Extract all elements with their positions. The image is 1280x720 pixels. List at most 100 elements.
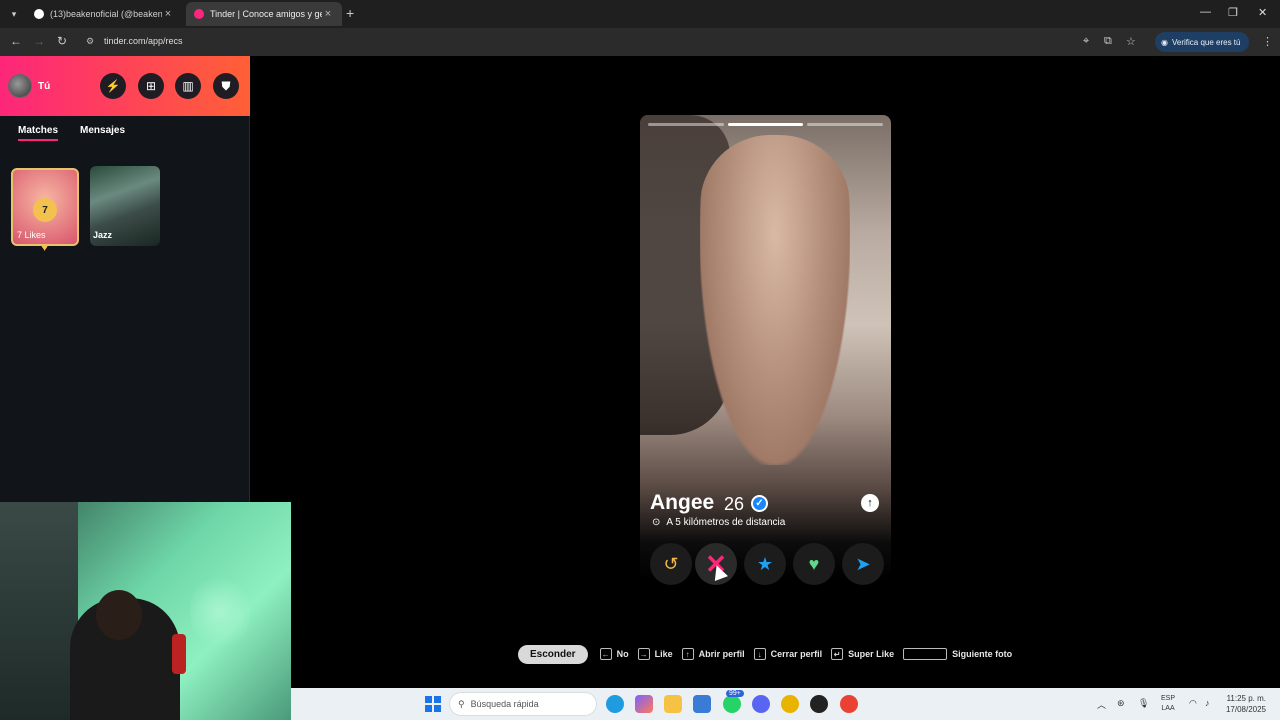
match-card[interactable]: Jazz <box>90 166 160 246</box>
boost-icon[interactable]: ⚡ <box>100 73 126 99</box>
likes-label: 7 Likes <box>17 230 46 240</box>
tray-network-app-icon[interactable]: ⊛ <box>1117 698 1125 709</box>
whatsapp-icon[interactable] <box>723 695 741 713</box>
left-arrow-key-icon: ← <box>599 648 612 660</box>
copilot-icon[interactable] <box>635 695 653 713</box>
hint-no: ← No <box>599 648 629 660</box>
rewind-button[interactable]: ↺ <box>650 543 692 585</box>
photo-indicator[interactable] <box>648 123 724 126</box>
file-explorer-icon[interactable] <box>664 695 682 713</box>
tab-close-icon[interactable]: × <box>322 8 334 20</box>
gold-heart-icon: ♥ <box>41 240 49 254</box>
language-indicator[interactable]: ESP LAA <box>1161 694 1175 714</box>
chrome-active-icon[interactable] <box>840 695 858 713</box>
shield-icon[interactable]: ⛊ <box>213 73 239 99</box>
super-like-button[interactable]: ★ <box>744 543 786 585</box>
hint-next-photo: Siguiente foto <box>903 648 1012 660</box>
bookmark-star-icon[interactable]: ☆ <box>1126 35 1136 48</box>
down-arrow-key-icon: ↓ <box>753 648 766 660</box>
volume-icon[interactable]: ♪ <box>1205 698 1210 708</box>
tiktok-favicon-icon <box>34 9 44 19</box>
verify-label: Verifica que eres tú <box>1171 37 1241 47</box>
tab-close-icon[interactable]: × <box>162 8 174 20</box>
taskbar-clock[interactable]: 11:25 p. m. 17/08/2025 <box>1224 693 1266 715</box>
close-window-button[interactable]: ✕ <box>1258 6 1267 19</box>
hint-label: Like <box>654 649 673 659</box>
profile-card[interactable]: Angee 26 ✓ ↑ ⊙ A 5 kilómetros de distanc… <box>640 115 891 580</box>
profile-label[interactable]: Tú <box>38 81 50 92</box>
tab-search-dropdown-icon[interactable]: ▾ <box>6 6 22 22</box>
taskbar-search-input[interactable]: ⚲ Búsqueda rápida <box>449 692 597 716</box>
profile-distance: ⊙ A 5 kilómetros de distancia <box>652 517 785 528</box>
hint-open-profile: ↑ Abrir perfil <box>681 648 745 660</box>
search-icon: ⚲ <box>458 698 465 709</box>
forward-icon[interactable]: → <box>33 34 45 48</box>
location-pin-icon: ⊙ <box>652 517 661 528</box>
hint-label: Super Like <box>848 649 895 659</box>
sidebar-tabs: Matches Mensajes <box>18 125 125 141</box>
tab-title: (13)beakenoficial (@beakenofic <box>50 9 162 19</box>
open-profile-icon[interactable]: ↑ <box>861 494 879 512</box>
install-app-icon[interactable]: ⧉ <box>1104 35 1112 48</box>
obs-icon[interactable] <box>810 695 828 713</box>
hint-label: Abrir perfil <box>698 649 745 659</box>
photo-indicator-active[interactable] <box>727 123 804 126</box>
webcam-microphone <box>172 634 186 674</box>
microphone-icon[interactable]: 🎙 <box>1138 698 1149 709</box>
action-buttons: ↺ ✕ ★ ♥ ➤ <box>650 543 884 585</box>
photo-indicator[interactable] <box>807 123 884 126</box>
avatar[interactable] <box>8 74 32 98</box>
back-icon[interactable]: ← <box>10 34 22 48</box>
tab-tiktok[interactable]: (13)beakenoficial (@beakenofic × <box>26 2 182 26</box>
likes-card[interactable]: 7 7 Likes ♥ <box>11 168 79 254</box>
likes-count-badge: 7 <box>33 198 57 222</box>
profile-photo <box>700 135 850 465</box>
distance-text: A 5 kilómetros de distancia <box>666 517 786 528</box>
right-arrow-key-icon: → <box>637 648 650 660</box>
explore-icon[interactable]: ⊞ <box>138 73 164 99</box>
edge-icon[interactable] <box>606 695 624 713</box>
boost-button[interactable]: ➤ <box>842 543 884 585</box>
hide-hints-button[interactable]: Esconder <box>518 644 588 664</box>
lang-code: ESP <box>1161 695 1176 702</box>
enter-key-icon: ↵ <box>831 648 844 660</box>
verify-button[interactable]: ◉ Verifica que eres tú <box>1155 32 1249 52</box>
tab-matches[interactable]: Matches <box>18 125 59 141</box>
verified-badge-icon: ✓ <box>751 495 768 512</box>
profile-name: Angee <box>650 491 715 514</box>
windows-taskbar: ⚲ Búsqueda rápida ︿ ⊛ 🎙 ESP LAA ◠ ♪ 11:25… <box>291 688 1280 720</box>
sidebar-header: Tú ⚡ ⊞ ▥ ⛊ <box>0 56 250 116</box>
search-placeholder: Búsqueda rápida <box>470 699 539 709</box>
verify-icon: ◉ <box>1161 37 1168 47</box>
site-info-icon[interactable]: ⚙ <box>86 36 94 47</box>
tray-chevron-icon[interactable]: ︿ <box>1097 698 1106 711</box>
hint-close-profile: ↓ Cerrar perfil <box>753 648 823 660</box>
chrome-icon[interactable] <box>781 695 799 713</box>
hint-label: No <box>616 649 629 659</box>
photo-progress-bar <box>648 123 884 126</box>
webcam-overlay <box>0 502 291 720</box>
url-field[interactable]: tinder.com/app/recs <box>104 36 183 46</box>
discord-icon[interactable] <box>752 695 770 713</box>
windows-start-icon[interactable] <box>425 696 441 712</box>
new-tab-button[interactable]: + <box>346 5 354 21</box>
location-icon[interactable]: ⌖ <box>1083 35 1089 48</box>
minimize-button[interactable]: — <box>1200 6 1211 18</box>
browser-menu-icon[interactable]: ⋮ <box>1262 35 1273 48</box>
gift-icon[interactable]: ▥ <box>175 73 201 99</box>
up-arrow-key-icon: ↑ <box>681 648 694 660</box>
space-key-icon <box>903 648 948 660</box>
lang-layout: LAA <box>1161 705 1175 712</box>
like-button[interactable]: ♥ <box>793 543 835 585</box>
wifi-icon[interactable]: ◠ <box>1189 698 1197 709</box>
address-bar: ← → ↻ ⚙ tinder.com/app/recs ⌖ ⧉ ☆ <box>0 28 1280 56</box>
store-icon[interactable] <box>693 695 711 713</box>
hint-label: Siguiente foto <box>952 649 1013 659</box>
tab-tinder[interactable]: Tinder | Conoce amigos y gente × <box>186 2 342 26</box>
hint-label: Cerrar perfil <box>770 649 823 659</box>
match-name: Jazz <box>93 230 113 240</box>
reload-icon[interactable]: ↻ <box>57 34 67 48</box>
tab-mensajes[interactable]: Mensajes <box>80 125 125 141</box>
notification-badge: 99+ <box>726 690 744 697</box>
maximize-button[interactable]: ❐ <box>1228 6 1238 19</box>
